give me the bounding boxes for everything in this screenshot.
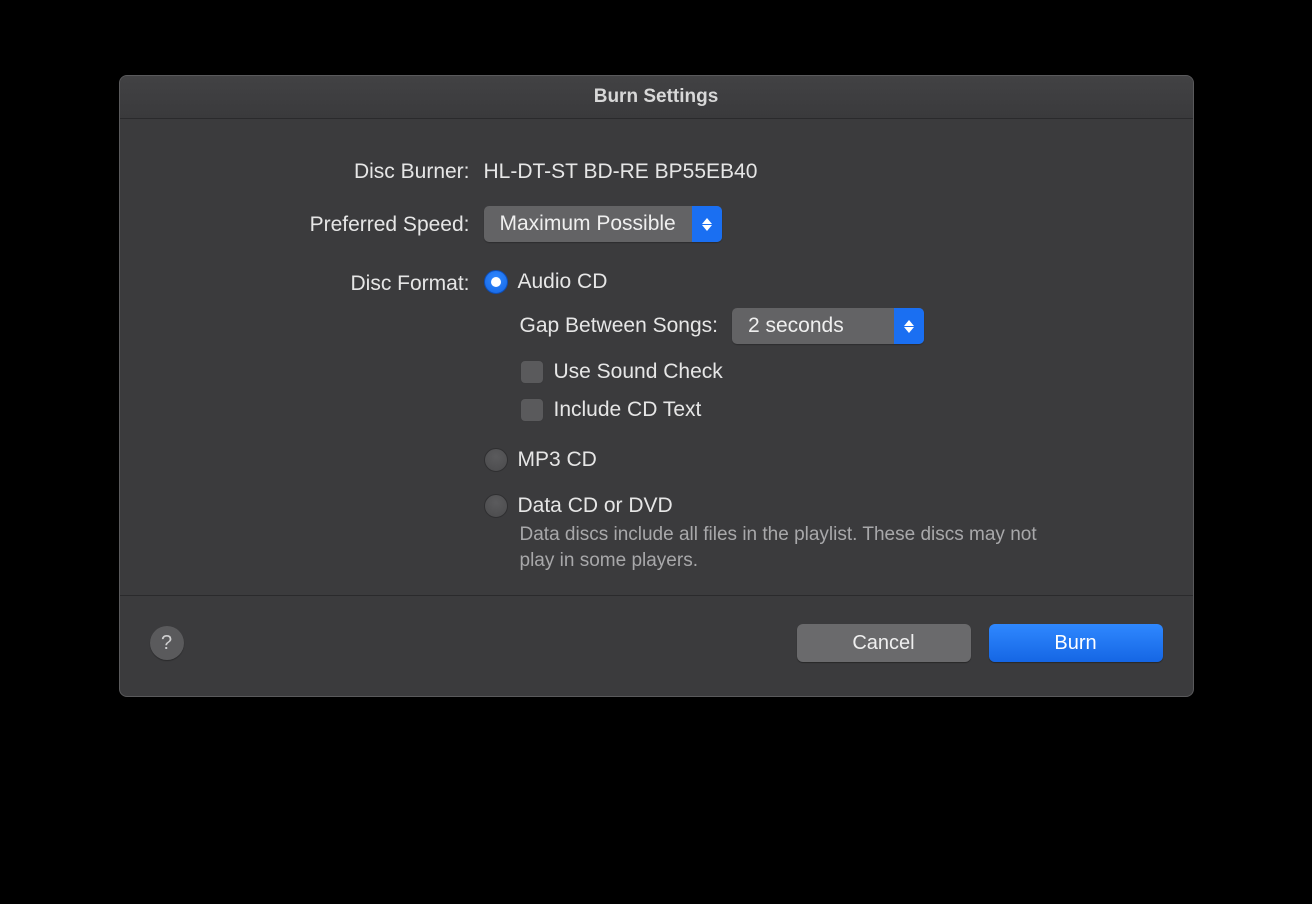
cancel-button-label: Cancel — [852, 632, 914, 655]
burn-button[interactable]: Burn — [989, 624, 1163, 662]
radio-option-audio-cd[interactable]: Audio CD — [484, 270, 1143, 294]
checkbox-use-sound-check[interactable]: Use Sound Check — [520, 360, 1143, 384]
chevron-up-down-icon — [894, 308, 924, 344]
checkbox-label-sound-check: Use Sound Check — [554, 360, 723, 384]
dialog-footer: ? Cancel Burn — [120, 595, 1193, 696]
disc-burner-value: HL-DT-ST BD-RE BP55EB40 — [484, 157, 758, 184]
row-disc-format: Disc Format: Audio CD Gap Between Songs:… — [170, 270, 1143, 573]
radio-label-data-cd: Data CD or DVD — [518, 494, 673, 518]
chevron-up-down-icon — [692, 206, 722, 242]
row-gap-between-songs: Gap Between Songs: 2 seconds — [520, 308, 1143, 344]
cancel-button[interactable]: Cancel — [797, 624, 971, 662]
gap-selected: 2 seconds — [732, 314, 894, 338]
checkbox-label-cd-text: Include CD Text — [554, 398, 702, 422]
row-preferred-speed: Preferred Speed: Maximum Possible — [170, 206, 1143, 242]
label-disc-format: Disc Format: — [170, 270, 484, 296]
radio-icon — [484, 270, 508, 294]
radio-icon — [484, 448, 508, 472]
preferred-speed-selected: Maximum Possible — [484, 212, 692, 236]
checkbox-icon — [520, 398, 544, 422]
radio-option-data-cd[interactable]: Data CD or DVD — [484, 494, 1143, 518]
data-cd-description: Data discs include all files in the play… — [520, 522, 1040, 573]
label-disc-burner: Disc Burner: — [170, 157, 484, 184]
help-button[interactable]: ? — [150, 626, 184, 660]
dialog-title: Burn Settings — [120, 76, 1193, 119]
burn-settings-dialog: Burn Settings Disc Burner: HL-DT-ST BD-R… — [119, 75, 1194, 697]
radio-label-audio-cd: Audio CD — [518, 270, 608, 294]
label-preferred-speed: Preferred Speed: — [170, 206, 484, 237]
radio-icon — [484, 494, 508, 518]
checkbox-include-cd-text[interactable]: Include CD Text — [520, 398, 1143, 422]
label-gap-between-songs: Gap Between Songs: — [520, 314, 718, 338]
preferred-speed-select[interactable]: Maximum Possible — [484, 206, 722, 242]
dialog-content: Disc Burner: HL-DT-ST BD-RE BP55EB40 Pre… — [120, 119, 1193, 595]
backdrop: Burn Settings Disc Burner: HL-DT-ST BD-R… — [0, 0, 1312, 904]
radio-label-mp3-cd: MP3 CD — [518, 448, 597, 472]
row-disc-burner: Disc Burner: HL-DT-ST BD-RE BP55EB40 — [170, 157, 1143, 184]
radio-option-mp3-cd[interactable]: MP3 CD — [484, 448, 1143, 472]
help-icon: ? — [161, 632, 172, 655]
checkbox-icon — [520, 360, 544, 384]
burn-button-label: Burn — [1054, 632, 1096, 655]
gap-between-songs-select[interactable]: 2 seconds — [732, 308, 924, 344]
